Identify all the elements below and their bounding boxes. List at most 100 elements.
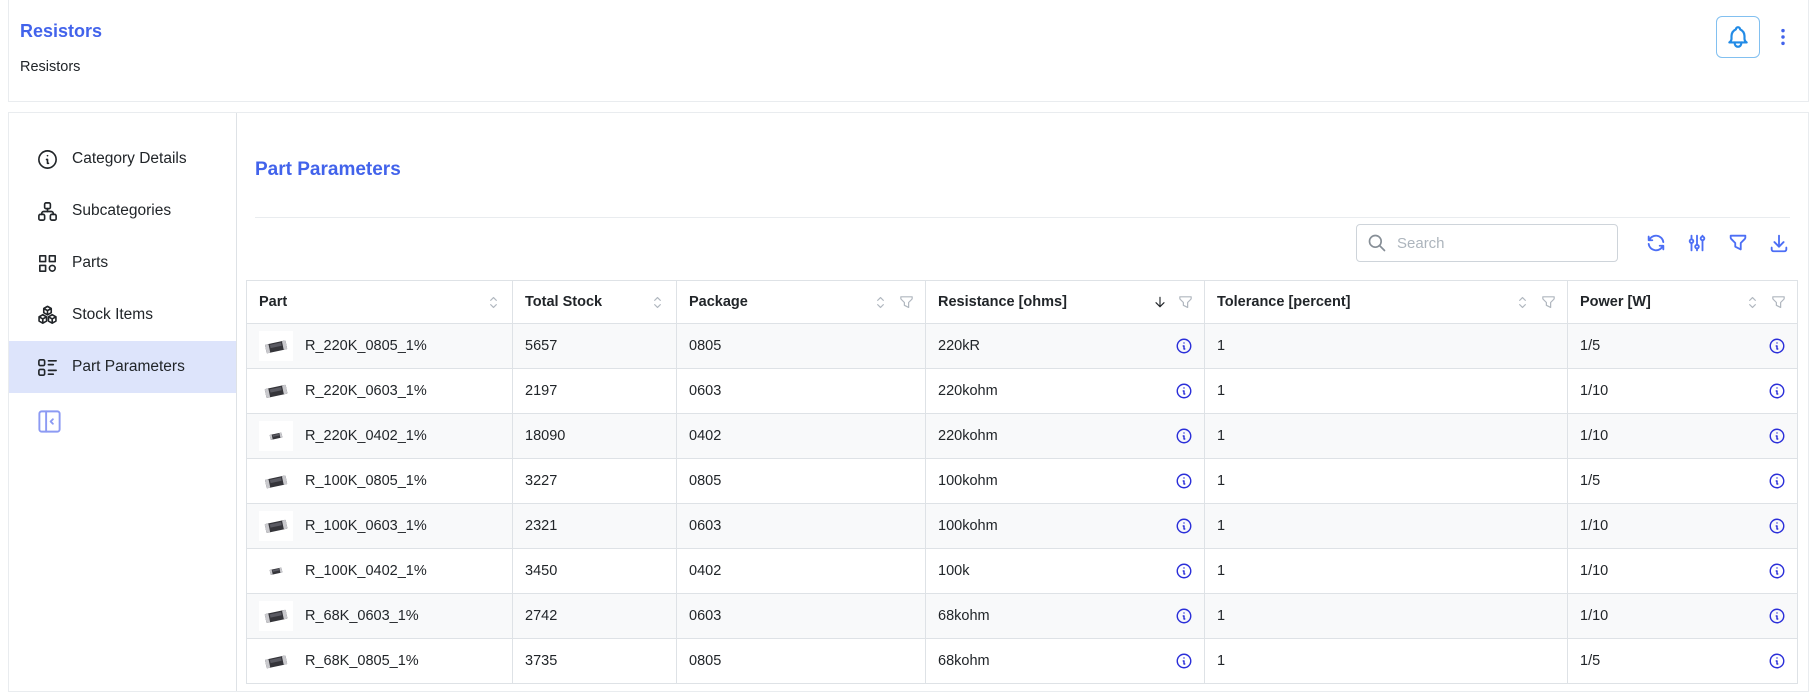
table-settings-button[interactable] bbox=[1686, 232, 1708, 254]
info-circle-icon[interactable] bbox=[1768, 337, 1786, 355]
info-circle-icon[interactable] bbox=[1175, 472, 1193, 490]
resistance-value: 68kohm bbox=[938, 653, 990, 669]
package-cell: 0603 bbox=[677, 594, 926, 639]
sort-descending-icon[interactable] bbox=[1152, 294, 1168, 310]
column-header-package[interactable]: Package bbox=[677, 281, 926, 324]
part-name: R_220K_0402_1% bbox=[305, 428, 427, 444]
info-circle-icon[interactable] bbox=[1175, 607, 1193, 625]
power-value: 1/5 bbox=[1580, 473, 1600, 489]
part-thumbnail bbox=[259, 511, 293, 541]
sidebar-item-parts[interactable]: Parts bbox=[9, 237, 236, 289]
column-header-resistance[interactable]: Resistance [ohms] bbox=[926, 281, 1205, 324]
resistor-chip-image bbox=[268, 565, 284, 577]
info-circle-icon[interactable] bbox=[1175, 337, 1193, 355]
column-header-total-stock[interactable]: Total Stock bbox=[513, 281, 677, 324]
info-circle-icon[interactable] bbox=[1768, 382, 1786, 400]
column-filter-icon[interactable] bbox=[1770, 294, 1787, 311]
sort-selector-icon[interactable] bbox=[1744, 294, 1761, 311]
tolerance-cell: 1 bbox=[1205, 504, 1568, 549]
column-header-power[interactable]: Power [W] bbox=[1568, 281, 1798, 324]
column-filter-icon[interactable] bbox=[1177, 294, 1194, 311]
total-stock-cell: 2742 bbox=[513, 594, 677, 639]
table-row[interactable]: R_220K_0805_1% 5657 0805 220kR 1 1/5 bbox=[247, 324, 1798, 369]
info-circle-icon[interactable] bbox=[1175, 562, 1193, 580]
resistance-value: 220kohm bbox=[938, 383, 998, 399]
divider bbox=[255, 217, 1790, 218]
sort-selector-icon[interactable] bbox=[1514, 294, 1531, 311]
table-row[interactable]: R_100K_0402_1% 3450 0402 100k 1 1/10 bbox=[247, 549, 1798, 594]
refresh-button[interactable] bbox=[1645, 232, 1667, 254]
resistance-value: 220kohm bbox=[938, 428, 998, 444]
notifications-button[interactable] bbox=[1716, 16, 1760, 58]
sort-selector-icon[interactable] bbox=[485, 294, 502, 311]
power-value: 1/10 bbox=[1580, 383, 1608, 399]
sidebar-collapse-button[interactable] bbox=[36, 408, 63, 435]
info-circle-icon[interactable] bbox=[1175, 427, 1193, 445]
info-circle-icon[interactable] bbox=[1768, 562, 1786, 580]
sidebar-item-category-details[interactable]: Category Details bbox=[9, 133, 236, 185]
part-name: R_220K_0805_1% bbox=[305, 338, 427, 354]
column-filter-icon[interactable] bbox=[898, 294, 915, 311]
package-cell: 0805 bbox=[677, 639, 926, 684]
download-icon bbox=[1768, 232, 1790, 254]
sidebar-item-part-parameters[interactable]: Part Parameters bbox=[9, 341, 236, 393]
app-header: Resistors Resistors bbox=[8, 0, 1809, 102]
download-button[interactable] bbox=[1768, 232, 1790, 254]
info-circle-icon[interactable] bbox=[1175, 517, 1193, 535]
total-stock-cell: 2197 bbox=[513, 369, 677, 414]
tolerance-cell: 1 bbox=[1205, 594, 1568, 639]
sort-selector-icon[interactable] bbox=[649, 294, 666, 311]
search-input[interactable] bbox=[1395, 234, 1607, 253]
power-value: 1/5 bbox=[1580, 338, 1600, 354]
total-stock-cell: 3227 bbox=[513, 459, 677, 504]
package-cell: 0603 bbox=[677, 369, 926, 414]
category-icon bbox=[36, 252, 59, 275]
part-thumbnail bbox=[259, 646, 293, 676]
adjustments-icon bbox=[1686, 232, 1708, 254]
column-filter-icon[interactable] bbox=[1540, 294, 1557, 311]
overflow-menu-button[interactable] bbox=[1770, 16, 1796, 58]
tolerance-cell: 1 bbox=[1205, 549, 1568, 594]
part-name: R_100K_0603_1% bbox=[305, 518, 427, 534]
dots-vertical-icon bbox=[1772, 26, 1794, 48]
total-stock-cell: 5657 bbox=[513, 324, 677, 369]
table-row[interactable]: R_100K_0805_1% 3227 0805 100kohm 1 1/5 bbox=[247, 459, 1798, 504]
info-circle-icon[interactable] bbox=[1175, 382, 1193, 400]
resistance-value: 100kohm bbox=[938, 473, 998, 489]
table-row[interactable]: R_220K_0603_1% 2197 0603 220kohm 1 1/10 bbox=[247, 369, 1798, 414]
main-content: Part Parameters bbox=[237, 113, 1808, 691]
part-parameters-table: Part Total Stock Package Resistance [ohm… bbox=[246, 280, 1798, 684]
sidebar-collapse-icon bbox=[36, 408, 63, 435]
total-stock-cell: 3735 bbox=[513, 639, 677, 684]
sidebar-item-subcategories[interactable]: Subcategories bbox=[9, 185, 236, 237]
table-header-row: Part Total Stock Package Resistance [ohm… bbox=[247, 281, 1798, 324]
power-value: 1/10 bbox=[1580, 518, 1608, 534]
table-row[interactable]: R_68K_0805_1% 3735 0805 68kohm 1 1/5 bbox=[247, 639, 1798, 684]
part-name: R_220K_0603_1% bbox=[305, 383, 427, 399]
filter-button[interactable] bbox=[1727, 232, 1749, 254]
column-header-part[interactable]: Part bbox=[247, 281, 513, 324]
power-value: 1/5 bbox=[1580, 653, 1600, 669]
search-box bbox=[1356, 224, 1618, 262]
part-name: R_68K_0603_1% bbox=[305, 608, 419, 624]
table-row[interactable]: R_100K_0603_1% 2321 0603 100kohm 1 1/10 bbox=[247, 504, 1798, 549]
info-circle-icon[interactable] bbox=[1175, 652, 1193, 670]
breadcrumb[interactable]: Resistors bbox=[20, 59, 80, 75]
list-details-icon bbox=[36, 356, 59, 379]
column-header-tolerance[interactable]: Tolerance [percent] bbox=[1205, 281, 1568, 324]
table-row[interactable]: R_68K_0603_1% 2742 0603 68kohm 1 1/10 bbox=[247, 594, 1798, 639]
info-circle-icon[interactable] bbox=[1768, 472, 1786, 490]
sort-selector-icon[interactable] bbox=[872, 294, 889, 311]
info-circle-icon[interactable] bbox=[1768, 427, 1786, 445]
part-thumbnail bbox=[259, 466, 293, 496]
sidebar-item-stock-items[interactable]: Stock Items bbox=[9, 289, 236, 341]
total-stock-cell: 2321 bbox=[513, 504, 677, 549]
info-circle-icon bbox=[36, 148, 59, 171]
tolerance-cell: 1 bbox=[1205, 639, 1568, 684]
info-circle-icon[interactable] bbox=[1768, 652, 1786, 670]
header-actions bbox=[1716, 16, 1796, 58]
table-row[interactable]: R_220K_0402_1% 18090 0402 220kohm 1 1/10 bbox=[247, 414, 1798, 459]
info-circle-icon[interactable] bbox=[1768, 517, 1786, 535]
info-circle-icon[interactable] bbox=[1768, 607, 1786, 625]
refresh-icon bbox=[1645, 232, 1667, 254]
